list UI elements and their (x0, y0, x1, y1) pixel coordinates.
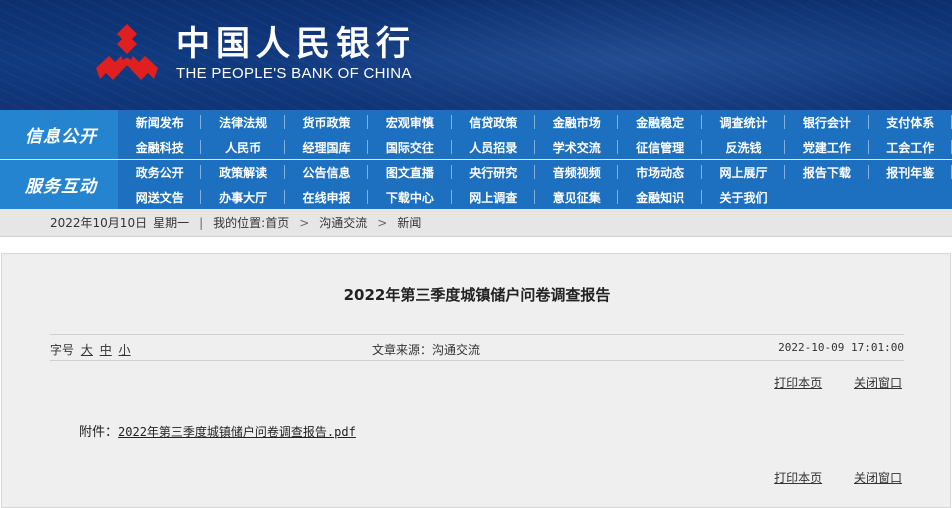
nav-item-2-9[interactable]: 报刊年鉴 (869, 160, 952, 184)
close-window-link-bottom[interactable]: 关闭窗口 (854, 471, 902, 485)
nav-item-2-2[interactable]: 公告信息 (285, 160, 369, 184)
nav-item-1-3[interactable]: 国际交往 (368, 135, 452, 159)
breadcrumb: 2022年10月10日 星期一 | 我的位置:首页 > 沟通交流 > 新闻 (0, 209, 952, 237)
bank-name-chinese: 中国人民银行 (176, 24, 416, 64)
nav-item-0-5[interactable]: 金融市场 (535, 110, 619, 134)
nav-item-2-3[interactable]: 图文直播 (368, 160, 452, 184)
nav-item-0-9[interactable]: 支付体系 (869, 110, 952, 134)
nav-item-0-8[interactable]: 银行会计 (785, 110, 869, 134)
nav-section-info-disclosure[interactable]: 信息公开 (0, 110, 118, 159)
font-large-link[interactable]: 大 (81, 343, 93, 357)
nav-item-2-5[interactable]: 音频视频 (535, 160, 619, 184)
attachment-label: 附件： (79, 425, 119, 440)
font-size-label: 字号 (50, 343, 75, 357)
article-date: 2022-10-09 17:01:00 (778, 341, 904, 354)
nav-item-0-7[interactable]: 调查统计 (702, 110, 786, 134)
nav-item-1-1[interactable]: 人民币 (201, 135, 286, 159)
nav-item-1-8[interactable]: 党建工作 (785, 135, 869, 159)
breadcrumb-arrow-1: > (299, 215, 310, 230)
nav-item-2-4[interactable]: 央行研究 (452, 160, 536, 184)
current-weekday: 星期一 (153, 216, 190, 230)
nav-item-2-1[interactable]: 政策解读 (201, 160, 286, 184)
main-navigation: 信息公开 服务互动 新闻发布 法律法规 货币政策 宏观审慎 信贷政策 金融市场 金融稳定 调查… (0, 110, 952, 209)
breadcrumb-arrow-2: > (377, 215, 388, 230)
nav-item-0-2[interactable]: 货币政策 (285, 110, 369, 134)
nav-item-1-9[interactable]: 工会工作 (869, 135, 952, 159)
breadcrumb-communication[interactable]: 沟通交流 (319, 214, 367, 231)
nav-item-0-6[interactable]: 金融稳定 (618, 110, 703, 134)
nav-item-1-6[interactable]: 征信管理 (618, 135, 703, 159)
nav-item-0-4[interactable]: 信贷政策 (452, 110, 536, 134)
header-banner: 中国人民银行 THE PEOPLE'S BANK OF CHINA (0, 0, 952, 110)
bottom-actions: 打印本页 关闭窗口 (746, 469, 902, 486)
bank-name-english: THE PEOPLE'S BANK OF CHINA (176, 65, 412, 82)
nav-item-1-0[interactable]: 金融科技 (118, 135, 202, 159)
nav-item-0-0[interactable]: 新闻发布 (118, 110, 202, 134)
nav-item-2-8[interactable]: 报告下载 (785, 160, 869, 184)
nav-item-1-4[interactable]: 人员招录 (452, 135, 536, 159)
nav-item-2-0[interactable]: 政务公开 (118, 160, 202, 184)
nav-item-0-1[interactable]: 法律法规 (201, 110, 286, 134)
current-date: 2022年10月10日 (50, 216, 148, 230)
print-page-link-bottom[interactable]: 打印本页 (774, 471, 822, 485)
nav-grid: 新闻发布 法律法规 货币政策 宏观审慎 信贷政策 金融市场 金融稳定 调查统计 银行会计 支付体系… (118, 110, 952, 209)
nav-item-1-7[interactable]: 反洗钱 (702, 135, 786, 159)
nav-section-service-interaction[interactable]: 服务互动 (0, 160, 118, 209)
attachment-pdf-link[interactable]: 2022年第三季度城镇储户问卷调查报告.pdf (118, 425, 356, 439)
nav-item-3-5[interactable]: 意见征集 (535, 185, 619, 209)
nav-item-3-7[interactable]: 关于我们 (702, 185, 785, 209)
breadcrumb-separator: | (199, 215, 204, 230)
print-page-link-top[interactable]: 打印本页 (774, 376, 822, 390)
nav-item-3-0[interactable]: 网送文告 (118, 185, 202, 209)
nav-item-2-7[interactable]: 网上展厅 (702, 160, 786, 184)
nav-item-3-4[interactable]: 网上调查 (452, 185, 536, 209)
article-title: 2022年第三季度城镇储户问卷调查报告 (343, 286, 611, 304)
nav-item-2-6[interactable]: 市场动态 (618, 160, 703, 184)
article-panel: 2022年第三季度城镇储户问卷调查报告 字号 大 中 小 文章来源：沟通交流 2… (1, 253, 951, 508)
breadcrumb-home[interactable]: 我的位置:首页 (213, 214, 289, 231)
nav-item-0-3[interactable]: 宏观审慎 (368, 110, 452, 134)
nav-item-3-3[interactable]: 下载中心 (368, 185, 452, 209)
attachment: 附件：2022年第三季度城镇储户问卷调查报告.pdf (79, 421, 356, 440)
font-size-controls: 字号 大 中 小 (50, 341, 131, 358)
font-medium-link[interactable]: 中 (100, 343, 112, 357)
nav-item-3-1[interactable]: 办事大厅 (201, 185, 286, 209)
nav-item-3-6[interactable]: 金融知识 (618, 185, 703, 209)
nav-item-1-2[interactable]: 经理国库 (285, 135, 369, 159)
nav-item-3-2[interactable]: 在线申报 (285, 185, 369, 209)
article-meta-bar: 字号 大 中 小 文章来源：沟通交流 2022-10-09 17:01:00 (50, 334, 904, 361)
top-actions: 打印本页 关闭窗口 (746, 374, 902, 391)
close-window-link-top[interactable]: 关闭窗口 (854, 376, 902, 390)
nav-item-1-5[interactable]: 学术交流 (535, 135, 619, 159)
article-source: 文章来源：沟通交流 (372, 343, 481, 357)
font-small-link[interactable]: 小 (119, 343, 131, 357)
pboc-logo-icon[interactable] (92, 22, 162, 86)
breadcrumb-news[interactable]: 新闻 (397, 214, 421, 231)
